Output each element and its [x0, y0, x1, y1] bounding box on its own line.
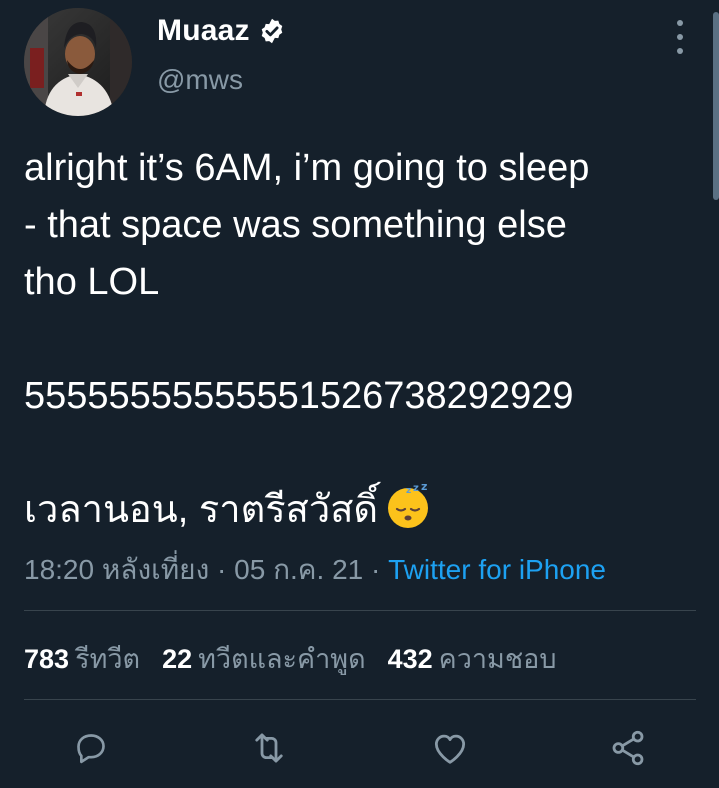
retweet-button[interactable]	[247, 726, 291, 770]
quotes-count: 22	[162, 644, 193, 674]
retweets-count: 783	[24, 644, 70, 674]
sleeping-face-emoji: z z z	[384, 480, 432, 530]
tweet-detail-screen: Muaaz @mws alright it’s 6AM, i’m going t…	[0, 0, 719, 788]
svg-text:z: z	[413, 483, 419, 494]
tweet-line: เวลานอน, ราตรีสวัสดิ์	[24, 489, 379, 531]
tweet-source-link[interactable]: Twitter for iPhone	[388, 554, 606, 585]
tweet-line: tho LOL	[24, 261, 160, 303]
more-dot	[677, 20, 683, 26]
tweet-line: alright it’s 6AM, i’m going to sleep	[24, 147, 590, 189]
tweet-text: alright it’s 6AM, i’m going to sleep - t…	[24, 140, 704, 539]
likes-count: 432	[387, 644, 433, 674]
more-dot	[677, 48, 683, 54]
like-icon	[434, 734, 466, 764]
divider	[24, 699, 696, 700]
tweet-stats: 783 รีทวีต 22 ทวีตและคำพูด 432 ความชอบ	[24, 637, 579, 680]
user-handle[interactable]: @mws	[157, 64, 243, 96]
svg-text:z: z	[406, 486, 411, 496]
retweets-stat[interactable]: 783 รีทวีต	[24, 637, 140, 680]
quotes-label: ทวีตและคำพูด	[198, 644, 366, 674]
display-name[interactable]: Muaaz	[157, 14, 250, 48]
user-name-row[interactable]: Muaaz	[157, 14, 286, 48]
reply-button[interactable]	[69, 726, 113, 770]
avatar[interactable]	[24, 8, 132, 116]
tweet-meta: 18:20 หลังเที่ยง · 05 ก.ค. 21 · Twitter …	[24, 548, 606, 592]
meta-separator: ·	[371, 554, 381, 585]
tweet-line-last: เวลานอน, ราตรีสวัสดิ์ z z z	[24, 480, 704, 539]
likes-label: ความชอบ	[438, 644, 557, 674]
divider	[24, 610, 696, 611]
tweet-date[interactable]: 05 ก.ค. 21	[234, 554, 363, 585]
tweet-line: 55555555555551526738292929	[24, 375, 574, 417]
tweet-line	[24, 311, 704, 368]
meta-separator: ·	[217, 554, 227, 585]
tweet-line	[24, 425, 704, 482]
like-button[interactable]	[428, 726, 472, 770]
reply-icon	[77, 734, 105, 764]
more-dot	[677, 34, 683, 40]
scrollbar[interactable]	[713, 12, 719, 200]
share-icon	[612, 730, 644, 766]
retweets-label: รีทวีต	[75, 644, 141, 674]
retweet-icon	[255, 733, 283, 763]
likes-stat[interactable]: 432 ความชอบ	[388, 637, 557, 680]
verified-badge-icon	[258, 17, 286, 45]
more-options-icon[interactable]	[668, 20, 692, 54]
avatar-image	[24, 8, 132, 116]
share-button[interactable]	[606, 726, 650, 770]
tweet-line: - that space was something else	[24, 204, 567, 246]
tweet-time[interactable]: 18:20 หลังเที่ยง	[24, 554, 209, 585]
svg-text:z: z	[421, 482, 427, 493]
quotes-stat[interactable]: 22 ทวีตและคำพูด	[162, 637, 366, 680]
